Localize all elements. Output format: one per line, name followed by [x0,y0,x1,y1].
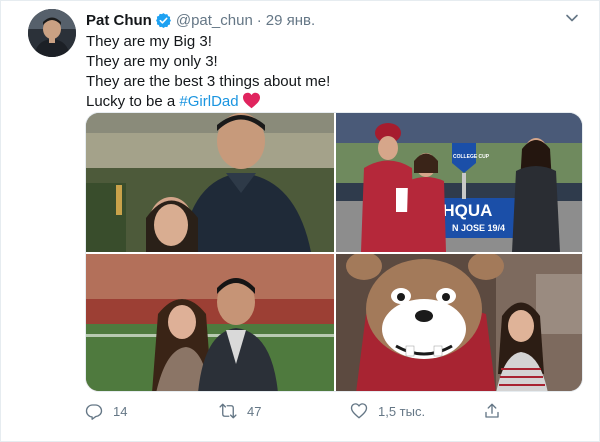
tweet-line-4-prefix: Lucky to be a [86,93,180,110]
photo-mascot-daughter[interactable] [336,254,582,391]
share-icon [485,403,499,418]
author-name[interactable]: Pat Chun [86,12,152,29]
retweet-count: 47 [247,403,262,419]
heart-outline-icon [350,403,368,419]
retweet-button[interactable]: 47 [219,399,261,423]
like-count: 1,5 тыс. [378,403,426,419]
photo-stadium-father-daughter[interactable] [86,113,334,252]
share-button[interactable] [483,399,501,423]
retweet-icon [219,403,237,419]
chevron-down-icon[interactable] [565,11,579,25]
media-grid: THQUA N JOSE 19/4 COLLEGE CUP [85,112,583,392]
tweet-line-1: They are my Big 3! [86,33,212,50]
author-handle[interactable]: @pat_chun [176,12,253,29]
banner-text-right: N JOSE 19/4 [452,223,505,233]
tweet-card[interactable]: Pat Chun @pat_chun · 29 янв. They are my… [0,0,600,442]
avatar[interactable] [28,9,76,57]
photo-stadium-selfie[interactable] [86,254,334,391]
verified-badge-icon [155,12,172,29]
tweet-actions: 14 47 1,5 тыс. [85,399,525,423]
reply-button[interactable]: 14 [85,399,127,423]
tweet-header: Pat Chun @pat_chun · 29 янв. [86,10,579,30]
hashtag-link[interactable]: #GirlDad [179,93,238,110]
reply-count: 14 [113,403,128,419]
like-button[interactable]: 1,5 тыс. [350,399,425,423]
tweet-line-4: Lucky to be a #GirlDad [86,92,566,112]
red-heart-emoji-icon [242,92,261,109]
tweet-date[interactable]: 29 янв. [266,12,315,29]
trophy-text: COLLEGE CUP [453,154,490,160]
tweet-line-2: They are my only 3! [86,53,218,70]
tweet-text: They are my Big 3! They are my only 3! T… [86,32,566,112]
tweet-line-3: They are the best 3 things about me! [86,73,331,90]
reply-icon [85,404,103,420]
photo-college-cup-event[interactable]: THQUA N JOSE 19/4 COLLEGE CUP [336,113,582,252]
separator-dot: · [256,11,262,29]
